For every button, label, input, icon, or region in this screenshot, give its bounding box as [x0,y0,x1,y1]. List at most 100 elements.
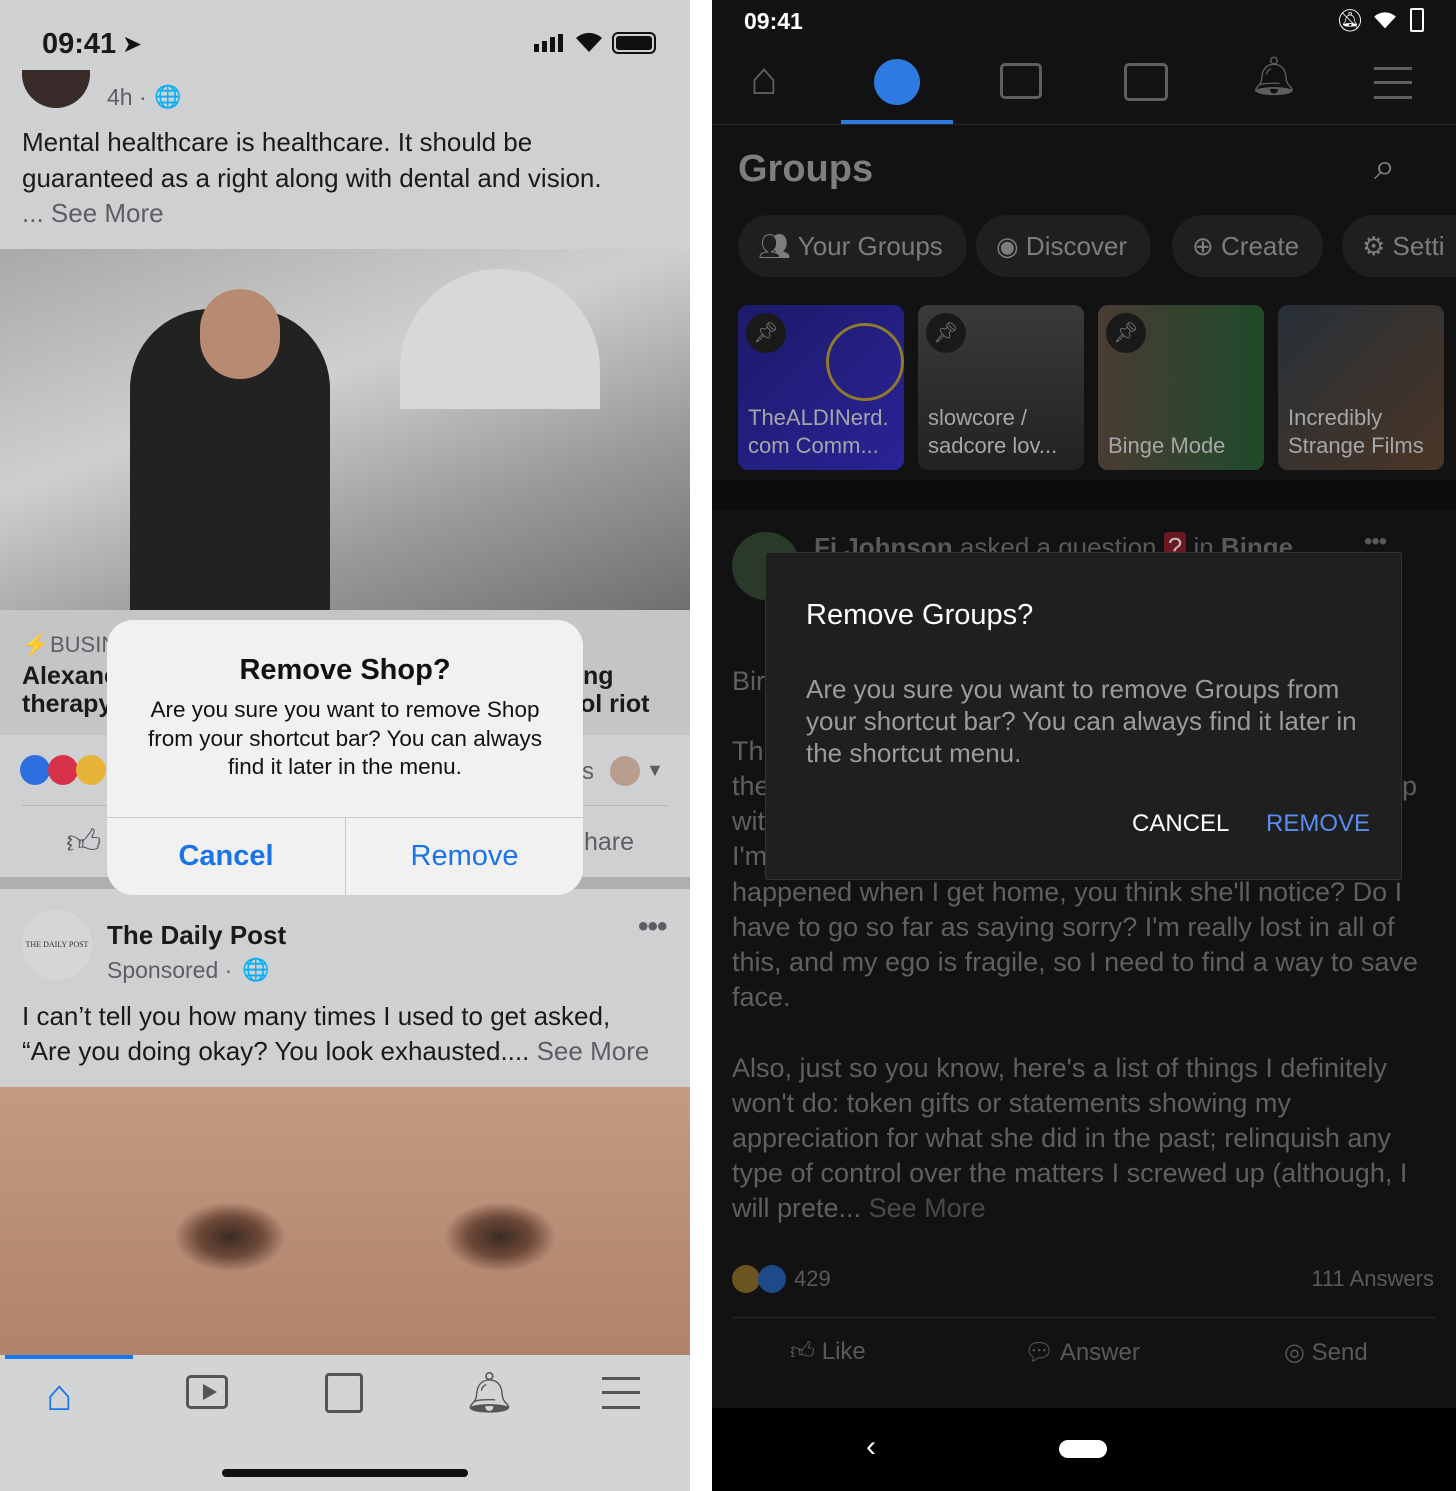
page-logo[interactable]: THE DAILY POST [22,910,92,980]
android-nav-bar: ‹ [712,1408,1456,1491]
caret-down-icon[interactable]: ▼ [646,760,664,781]
post-text-line: happened when I get home, you think she'… [732,877,1403,907]
dialog-title: Remove Groups? [806,599,1034,631]
post-text-line: type of control over the matters I screw… [732,1158,1408,1188]
search-icon[interactable]: ⌕ [1374,146,1395,189]
messenger-icon: ◎ [1284,1339,1312,1366]
section-separator [712,480,1456,510]
reaction-summary: s [582,758,594,785]
group-card[interactable]: 📌︎ Binge Mode [1098,305,1264,470]
cancel-button[interactable]: CANCEL [1132,810,1229,838]
globe-icon: 🌐 [154,84,182,109]
pin-icon: 📌︎ [926,313,966,353]
remove-button[interactable]: REMOVE [1266,810,1370,838]
bell-icon[interactable]: 🔔︎ [1250,55,1298,99]
battery-icon [1410,8,1424,32]
home-icon[interactable]: ⌂ [750,51,778,105]
post-text-line: appreciation for what she did in the pas… [732,1123,1391,1153]
back-icon[interactable]: ‹ [866,1430,876,1464]
pill-settings[interactable]: ⚙ Setti [1342,215,1456,277]
lightning-icon: ⚡ [22,632,50,657]
status-time: 09:41 [42,28,117,60]
post-text-fragment: I'm [732,841,768,871]
tab-bar: ⌂ 🔔︎ [0,1355,690,1491]
cancel-button[interactable]: Cancel [107,818,345,895]
post-text-fragment: the [732,771,770,801]
pin-icon: 📌︎ [1106,313,1146,353]
see-more-link[interactable]: See More [869,1193,986,1223]
more-options-icon[interactable]: ••• [638,910,667,944]
post-text-line: “Are you doing okay? You look exhausted.… [22,1036,530,1066]
location-icon: ➤ [122,31,143,58]
reaction-count[interactable]: 429 [794,1266,831,1292]
home-indicator [222,1469,468,1477]
post-text-fragment: Bir [732,666,765,696]
post-text-line: guaranteed as a right along with dental … [22,163,602,193]
post-text-fragment: p [1402,771,1418,801]
group-card[interactable]: 📌︎ TheALDINerd. com Comm... [738,305,904,470]
link-title: therapy [22,690,113,718]
post-meta: 4h · [107,84,147,110]
menu-icon[interactable] [1374,67,1412,99]
battery-icon [612,32,656,54]
news-icon[interactable] [1124,63,1168,101]
video-icon[interactable] [186,1375,228,1409]
group-card[interactable]: 📌︎ slowcore / sadcore lov... [918,305,1084,470]
answer-icon: 💬︎ [1024,1339,1060,1366]
audience-avatar[interactable] [610,756,640,786]
mute-icon: 🔕︎ [1336,8,1364,33]
post-author[interactable]: The Daily Post [107,920,286,951]
post-text-fragment: wit [732,806,765,836]
android-screen: 09:41 🔕︎ ⌂ 🔔︎ Groups ⌕ 👥︎ Your Groups ◉ … [712,0,1456,1491]
menu-icon[interactable] [602,1377,640,1409]
link-title: ol riot [580,690,650,718]
reaction-icons[interactable] [732,1265,788,1293]
post-text-line: Mental healthcare is healthcare. It shou… [22,127,533,157]
post-text-line: face. [732,982,791,1012]
post-image[interactable] [0,249,690,610]
dialog-message: Are you sure you want to remove Groups f… [806,674,1357,768]
dialog-title: Remove Shop? [239,654,451,686]
see-more-link[interactable]: ... See More [22,198,164,229]
avatar[interactable] [22,70,90,108]
share-button[interactable]: hare [584,828,634,857]
post-text-line: this, and my ego is fragile, so I need t… [732,947,1418,977]
reaction-icons[interactable] [20,755,108,787]
wifi-icon [1372,10,1398,35]
compass-icon: ◉ [996,231,1026,261]
answers-count[interactable]: 111 Answers [1311,1266,1434,1292]
pill-your-groups[interactable]: 👥︎ Your Groups [738,215,967,277]
post-image[interactable] [0,1087,690,1355]
post-text-line: will prete... [732,1193,862,1223]
home-icon[interactable]: ⌂ [46,1371,73,1421]
post-text-line: I can’t tell you how many times I used t… [22,1001,611,1031]
send-button[interactable]: ◎ Send [1284,1338,1368,1367]
like-icon: 👍︎ [790,1338,822,1365]
shop-icon[interactable] [325,1373,363,1413]
divider [732,1317,1436,1318]
like-button[interactable]: 👍︎ Like [790,1338,866,1366]
post-text-line: have to go so far as saying sorry? I'm r… [732,912,1395,942]
home-pill[interactable] [1059,1440,1107,1458]
globe-icon: 🌐 [242,957,270,982]
bell-icon[interactable]: 🔔︎ [464,1369,515,1416]
pill-discover[interactable]: ◉ Discover [976,215,1152,277]
gear-icon: ⚙ [1362,231,1393,261]
video-icon[interactable] [1000,63,1042,99]
plus-icon: ⊕ [1192,231,1222,261]
post-text-fragment: Th [732,736,764,766]
groups-icon[interactable] [874,59,920,105]
top-nav: ⌂ 🔔︎ [712,45,1456,125]
answer-button[interactable]: 💬︎ Answer [1024,1338,1140,1367]
link-title: ng [583,662,614,690]
groups-icon: 👥︎ [758,231,798,261]
post-meta: Sponsored · [107,957,233,983]
group-card[interactable]: Incredibly Strange Films [1278,305,1444,470]
pill-create[interactable]: ⊕ Create [1172,215,1324,277]
pin-icon: 📌︎ [746,313,786,353]
link-title: Alexanc [22,662,118,690]
like-icon[interactable]: 👍︎ [66,822,102,863]
post-text-line: won't do: token gifts or statements show… [732,1088,1291,1118]
remove-button[interactable]: Remove [346,818,583,895]
see-more-link[interactable]: See More [537,1036,650,1066]
